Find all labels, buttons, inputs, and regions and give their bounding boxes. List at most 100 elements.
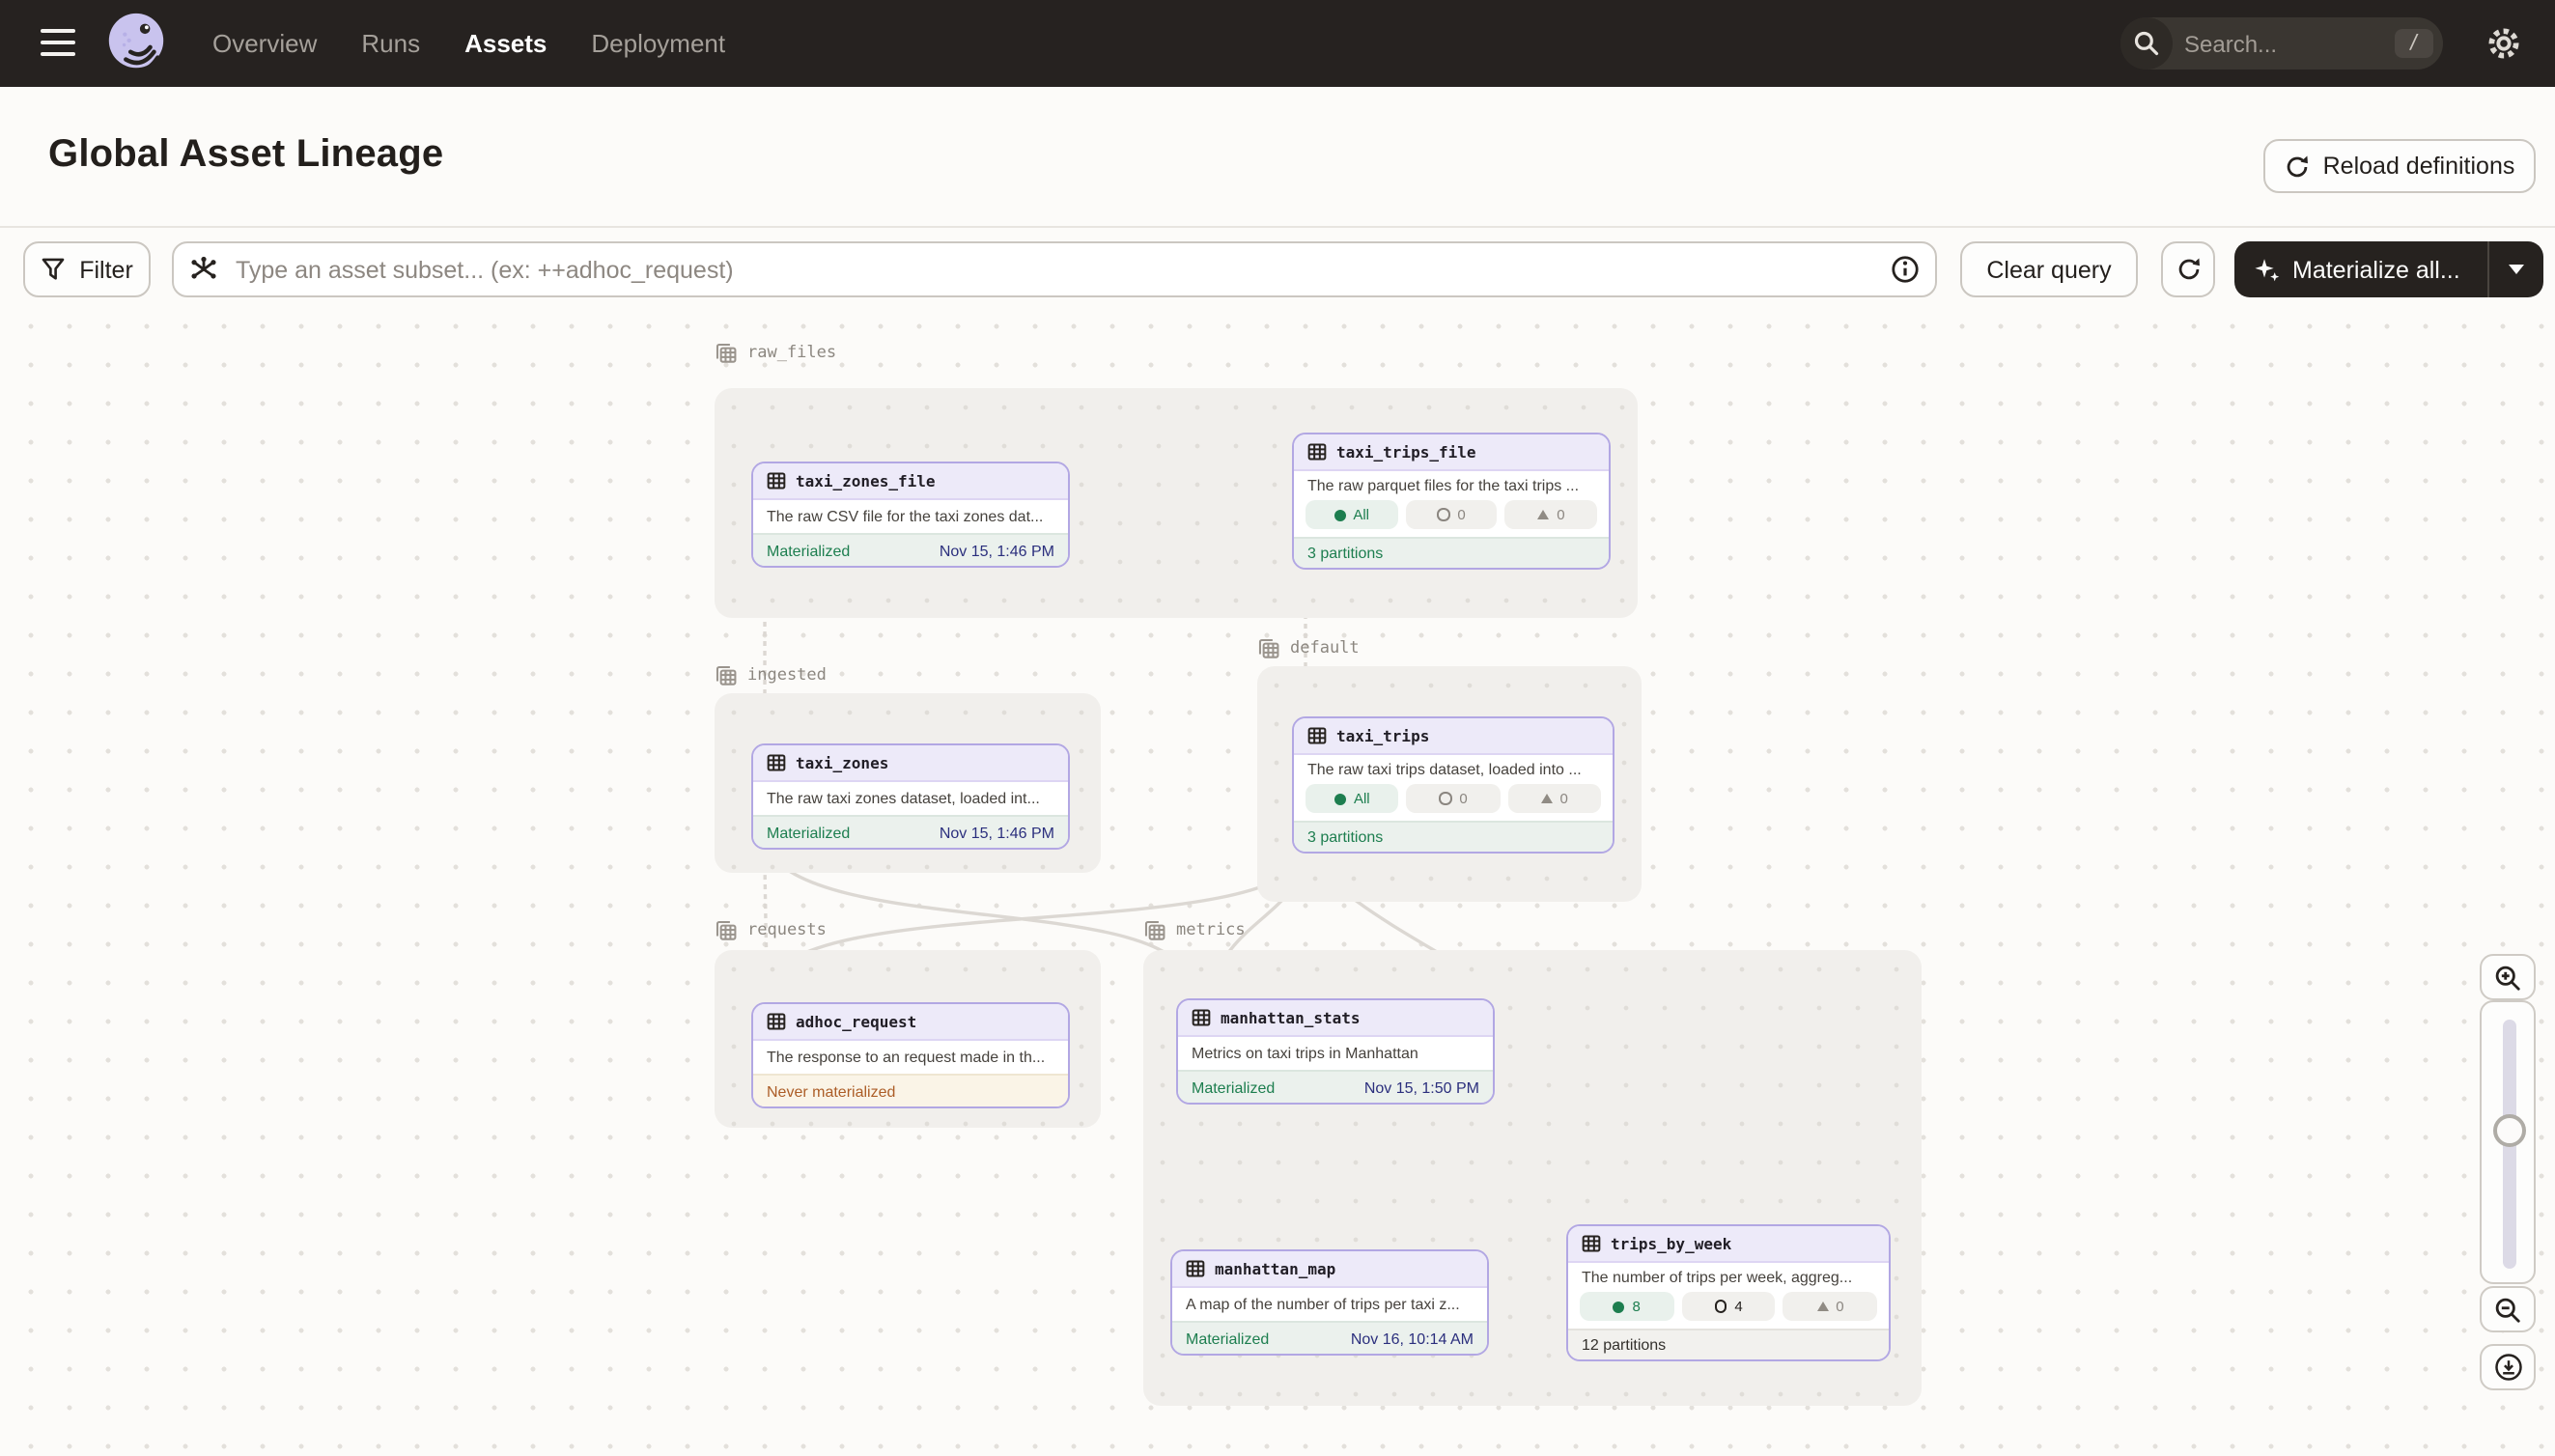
clear-query-button[interactable]: Clear query — [1960, 241, 2138, 297]
group-tables-icon — [1257, 637, 1280, 660]
page-header: Global Asset Lineage Reload definitions — [0, 87, 2555, 228]
materialized-status: Materialized — [1186, 1330, 1269, 1347]
partition-badges: All 0 0 — [1294, 784, 1613, 821]
zoom-slider — [2480, 1000, 2536, 1284]
filter-funnel-icon — [41, 257, 66, 282]
tab-assets[interactable]: Assets — [464, 29, 547, 58]
asset-description: The raw CSV file for the taxi zones dat.… — [753, 500, 1068, 533]
asset-query-input[interactable] — [232, 254, 1877, 285]
failed-triangle-icon — [1540, 794, 1552, 803]
refresh-icon — [2285, 154, 2310, 179]
partitions-failed-badge: 0 — [1507, 784, 1601, 813]
chevron-down-icon — [2509, 265, 2524, 274]
lineage-toolbar: Filter Clear query — [0, 228, 2555, 319]
reload-definitions-button[interactable]: Reload definitions — [2263, 139, 2536, 193]
asset-status-footer: Materialized Nov 15, 1:46 PM — [753, 815, 1068, 848]
failed-triangle-icon — [1816, 1302, 1828, 1311]
asset-name: taxi_zones_file — [796, 472, 936, 490]
failed-triangle-icon — [1537, 510, 1549, 519]
group-label-requests: requests — [715, 919, 827, 942]
dagster-app: Overview Runs Assets Deployment / Global… — [0, 0, 2555, 1456]
asset-name: manhattan_map — [1215, 1260, 1335, 1277]
materialized-dot-icon — [1334, 509, 1345, 520]
global-search[interactable]: / — [2120, 17, 2443, 70]
missing-ring-icon — [1437, 509, 1449, 521]
materialized-status: Materialized — [767, 824, 850, 841]
asset-node-taxi_zones[interactable]: taxi_zones The raw taxi zones dataset, l… — [751, 743, 1070, 850]
hamburger-menu-icon[interactable] — [41, 29, 75, 56]
asset-name: taxi_trips — [1336, 727, 1429, 744]
table-icon — [767, 1012, 786, 1031]
partitions-failed-badge: 0 — [1505, 500, 1597, 529]
asset-node-trips_by_week[interactable]: trips_by_week The number of trips per we… — [1566, 1224, 1891, 1361]
asset-node-taxi_trips[interactable]: taxi_trips The raw taxi trips dataset, l… — [1292, 716, 1614, 854]
asset-node-manhattan_map[interactable]: manhattan_map A map of the number of tri… — [1170, 1249, 1489, 1356]
zoom-in-icon — [2493, 963, 2522, 992]
materialized-status: Materialized — [1192, 1078, 1275, 1096]
partitions-missing-badge: 0 — [1405, 500, 1497, 529]
dagster-logo[interactable] — [102, 10, 170, 77]
partitions-missing-badge: 4 — [1681, 1292, 1775, 1321]
partition-badges: All 0 0 — [1294, 500, 1609, 537]
partition-badges: 8 4 0 — [1568, 1292, 1889, 1329]
asset-description: The raw taxi zones dataset, loaded int..… — [753, 782, 1068, 815]
materialized-timestamp: Nov 15, 1:46 PM — [940, 824, 1054, 841]
partitions-materialized-badge: All — [1306, 500, 1397, 529]
asset-description: The response to an request made in th... — [753, 1041, 1068, 1074]
asset-status-footer: Materialized Nov 15, 1:50 PM — [1178, 1070, 1493, 1103]
asset-description: Metrics on taxi trips in Manhattan — [1178, 1037, 1493, 1070]
table-icon — [1186, 1259, 1205, 1278]
asset-node-taxi_zones_file[interactable]: taxi_zones_file The raw CSV file for the… — [751, 462, 1070, 568]
partitions-footer: 12 partitions — [1568, 1329, 1889, 1359]
table-icon — [1307, 442, 1327, 462]
materialized-dot-icon — [1334, 793, 1346, 804]
materialized-dot-icon — [1614, 1301, 1625, 1312]
asset-node-adhoc_request[interactable]: adhoc_request The response to an request… — [751, 1002, 1070, 1108]
settings-gear-icon[interactable] — [2485, 25, 2522, 62]
zoom-slider-thumb[interactable] — [2493, 1114, 2526, 1147]
materialized-timestamp: Nov 15, 1:46 PM — [940, 542, 1054, 559]
materialize-dropdown-toggle[interactable] — [2489, 265, 2543, 274]
table-icon — [1192, 1008, 1211, 1027]
asset-node-manhattan_stats[interactable]: manhattan_stats Metrics on taxi trips in… — [1176, 998, 1495, 1105]
group-label-ingested: ingested — [715, 664, 827, 687]
asset-name: adhoc_request — [796, 1013, 916, 1030]
refresh-icon — [2176, 257, 2201, 282]
search-input[interactable] — [2173, 30, 2395, 57]
info-icon[interactable] — [1891, 255, 1920, 284]
group-label-metrics: metrics — [1143, 919, 1246, 942]
partitions-materialized-badge: All — [1306, 784, 1399, 813]
nav-tabs: Overview Runs Assets Deployment — [212, 0, 725, 87]
table-icon — [767, 753, 786, 772]
tab-deployment[interactable]: Deployment — [591, 29, 725, 58]
search-shortcut-badge: / — [2395, 29, 2433, 58]
page-title: Global Asset Lineage — [48, 133, 443, 178]
zoom-in-button[interactable] — [2480, 954, 2536, 1000]
materialized-timestamp: Nov 16, 10:14 AM — [1351, 1330, 1474, 1347]
group-tables-icon — [1143, 919, 1166, 942]
missing-ring-icon — [1714, 1301, 1727, 1313]
group-tables-icon — [715, 342, 738, 365]
tab-runs[interactable]: Runs — [361, 29, 420, 58]
asset-status-footer: Materialized Nov 15, 1:46 PM — [753, 533, 1068, 566]
asset-status-footer: Materialized Nov 16, 10:14 AM — [1172, 1321, 1487, 1354]
asset-name: trips_by_week — [1611, 1235, 1731, 1252]
tab-overview[interactable]: Overview — [212, 29, 317, 58]
partitions-missing-badge: 0 — [1407, 784, 1501, 813]
materialize-all-button[interactable]: Materialize all... — [2234, 241, 2543, 297]
refresh-graph-button[interactable] — [2161, 241, 2215, 297]
table-icon — [1307, 726, 1327, 745]
group-tables-icon — [715, 919, 738, 942]
asset-query-field — [172, 241, 1937, 297]
download-image-button[interactable] — [2480, 1344, 2536, 1390]
lineage-canvas[interactable]: raw_files ingested default — [0, 319, 2555, 1456]
asset-node-taxi_trips_file[interactable]: taxi_trips_file The raw parquet files fo… — [1292, 433, 1611, 570]
partitions-materialized-badge: 8 — [1580, 1292, 1673, 1321]
filter-button[interactable]: Filter — [23, 241, 151, 297]
zoom-out-button[interactable] — [2480, 1286, 2536, 1332]
table-icon — [767, 471, 786, 490]
asset-description: The raw taxi trips dataset, loaded into … — [1294, 755, 1613, 784]
never-materialized-footer: Never materialized — [753, 1074, 1068, 1106]
materialized-status: Materialized — [767, 542, 850, 559]
table-icon — [1582, 1234, 1601, 1253]
